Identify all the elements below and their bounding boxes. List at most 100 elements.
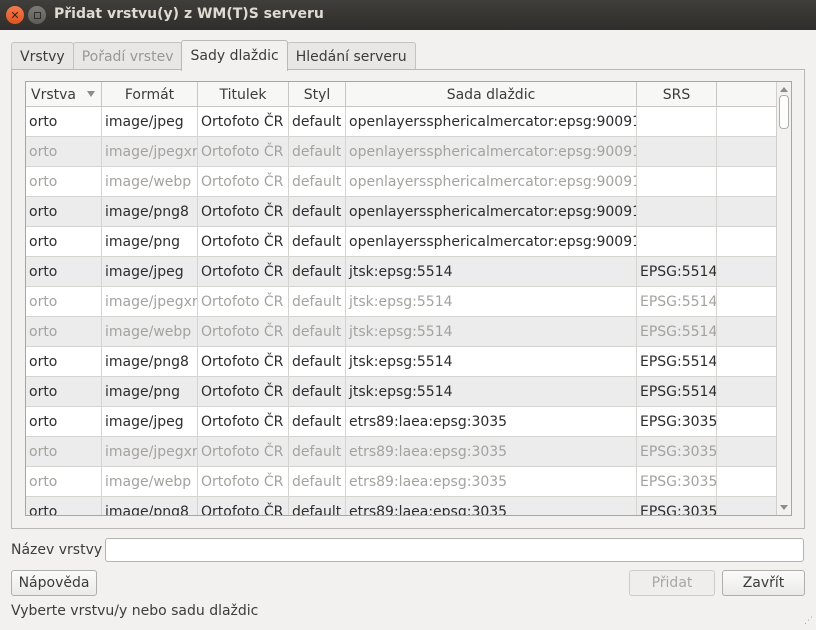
- tab-vrstvy[interactable]: Vrstvy: [11, 42, 74, 70]
- table-row[interactable]: orto image/webp Ortofoto ČR default jtsk:eps…: [26, 317, 778, 347]
- help-button[interactable]: Nápověda: [11, 570, 97, 596]
- resize-grip-icon[interactable]: ⋰: [804, 616, 813, 626]
- column-header-label: Vrstva: [31, 86, 76, 103]
- cell-empty: [717, 197, 778, 226]
- cell-vrstva: orto: [26, 137, 102, 166]
- cell-vrstva: orto: [26, 407, 102, 436]
- cell-format: image/jpeg: [102, 407, 198, 436]
- cell-vrstva: orto: [26, 167, 102, 196]
- layer-name-input[interactable]: [105, 538, 804, 562]
- cell-titulek: Ortofoto ČR: [198, 467, 289, 496]
- cell-styl: default: [289, 167, 346, 196]
- cell-format: image/png8: [102, 197, 198, 226]
- column-header-sada-dlazdic[interactable]: Sada dlaždic: [346, 82, 637, 107]
- cell-titulek: Ortofoto ČR: [198, 497, 289, 515]
- cell-empty: [717, 407, 778, 436]
- title-bar: ✕ Přidat vrstvu(y) z WM(T)S serveru: [0, 0, 816, 30]
- table-row[interactable]: orto image/jpegxr Ortofoto ČR default etrs89…: [26, 437, 778, 467]
- cell-srs: [637, 227, 717, 256]
- cell-sada-dlazdic: openlayerssphericalmercator:epsg:900913: [346, 197, 637, 226]
- cell-format: image/webp: [102, 167, 198, 196]
- cell-empty: [717, 167, 778, 196]
- close-button[interactable]: Zavřít: [722, 570, 805, 596]
- cell-empty: [717, 347, 778, 376]
- cell-srs: EPSG:5514: [637, 317, 717, 346]
- table-row[interactable]: orto image/png8 Ortofoto ČR default jtsk:eps…: [26, 347, 778, 377]
- cell-styl: default: [289, 497, 346, 515]
- column-header-srs[interactable]: SRS: [637, 82, 717, 107]
- scroll-down-icon[interactable]: [780, 505, 788, 510]
- scrollbar-thumb[interactable]: [779, 95, 789, 129]
- sort-desc-icon: [87, 91, 95, 97]
- tab-sady-dlazdic[interactable]: Sady dlaždic: [181, 40, 288, 71]
- table-row[interactable]: orto image/png8 Ortofoto ČR default etrs89:l…: [26, 497, 778, 515]
- table-row[interactable]: orto image/png Ortofoto ČR default openlayer…: [26, 227, 778, 257]
- cell-vrstva: orto: [26, 197, 102, 226]
- cell-titulek: Ortofoto ČR: [198, 407, 289, 436]
- cell-vrstva: orto: [26, 467, 102, 496]
- cell-vrstva: orto: [26, 257, 102, 286]
- cell-styl: default: [289, 137, 346, 166]
- cell-titulek: Ortofoto ČR: [198, 107, 289, 136]
- cell-titulek: Ortofoto ČR: [198, 377, 289, 406]
- cell-empty: [717, 377, 778, 406]
- add-button[interactable]: Přidat: [629, 570, 715, 596]
- table-row[interactable]: orto image/jpegxr Ortofoto ČR default jtsk:e…: [26, 287, 778, 317]
- cell-sada-dlazdic: openlayerssphericalmercator:epsg:900913: [346, 167, 637, 196]
- tab-hledani-serveru[interactable]: Hledání serveru: [286, 42, 416, 70]
- close-icon[interactable]: ✕: [6, 6, 24, 24]
- cell-sada-dlazdic: etrs89:laea:epsg:3035: [346, 467, 637, 496]
- cell-sada-dlazdic: openlayerssphericalmercator:epsg:900913: [346, 227, 637, 256]
- cell-vrstva: orto: [26, 317, 102, 346]
- cell-styl: default: [289, 317, 346, 346]
- vertical-scrollbar[interactable]: [776, 82, 791, 515]
- cell-sada-dlazdic: etrs89:laea:epsg:3035: [346, 437, 637, 466]
- table-row[interactable]: orto image/webp Ortofoto ČR default etrs89:l…: [26, 467, 778, 497]
- cell-vrstva: orto: [26, 347, 102, 376]
- cell-format: image/png8: [102, 347, 198, 376]
- window-title: Přidat vrstvu(y) z WM(T)S serveru: [54, 6, 324, 22]
- cell-srs: EPSG:3035: [637, 437, 717, 466]
- cell-vrstva: orto: [26, 437, 102, 466]
- column-header-vrstva[interactable]: Vrstva: [26, 82, 102, 107]
- cell-srs: EPSG:3035: [637, 407, 717, 436]
- cell-sada-dlazdic: jtsk:epsg:5514: [346, 347, 637, 376]
- cell-srs: [637, 107, 717, 136]
- scroll-up-icon[interactable]: [780, 87, 788, 92]
- cell-sada-dlazdic: jtsk:epsg:5514: [346, 317, 637, 346]
- table-row[interactable]: orto image/jpegxr Ortofoto ČR default openla…: [26, 137, 778, 167]
- cell-sada-dlazdic: etrs89:laea:epsg:3035: [346, 497, 637, 515]
- table-body: orto image/jpeg Ortofoto ČR default openlaye…: [26, 107, 778, 515]
- cell-srs: EPSG:3035: [637, 467, 717, 496]
- cell-srs: [637, 167, 717, 196]
- cell-format: image/jpeg: [102, 107, 198, 136]
- cell-sada-dlazdic: openlayerssphericalmercator:epsg:900913: [346, 107, 637, 136]
- cell-vrstva: orto: [26, 497, 102, 515]
- cell-titulek: Ortofoto ČR: [198, 227, 289, 256]
- cell-empty: [717, 467, 778, 496]
- cell-empty: [717, 437, 778, 466]
- column-header-titulek[interactable]: Titulek: [198, 82, 289, 107]
- cell-empty: [717, 287, 778, 316]
- maximize-icon[interactable]: [28, 6, 46, 24]
- table-row[interactable]: orto image/webp Ortofoto ČR default openlaye…: [26, 167, 778, 197]
- cell-vrstva: orto: [26, 227, 102, 256]
- table-row[interactable]: orto image/jpeg Ortofoto ČR default jtsk:eps…: [26, 257, 778, 287]
- cell-format: image/jpeg: [102, 257, 198, 286]
- layer-name-label: Název vrstvy: [11, 542, 103, 558]
- cell-format: image/jpegxr: [102, 137, 198, 166]
- table-row[interactable]: orto image/jpeg Ortofoto ČR default etrs89:l…: [26, 407, 778, 437]
- cell-format: image/png8: [102, 497, 198, 515]
- table-row[interactable]: orto image/jpeg Ortofoto ČR default openlaye…: [26, 107, 778, 137]
- table-row[interactable]: orto image/png8 Ortofoto ČR default openlaye…: [26, 197, 778, 227]
- tilesets-table[interactable]: Vrstva Formát Titulek Styl Sada dlaždic …: [25, 81, 792, 516]
- column-header-format[interactable]: Formát: [102, 82, 198, 107]
- table-header: Vrstva Formát Titulek Styl Sada dlaždic …: [26, 82, 791, 107]
- column-header-styl[interactable]: Styl: [289, 82, 346, 107]
- table-row[interactable]: orto image/png Ortofoto ČR default jtsk:epsg…: [26, 377, 778, 407]
- cell-format: image/jpegxr: [102, 287, 198, 316]
- cell-empty: [717, 137, 778, 166]
- cell-styl: default: [289, 347, 346, 376]
- cell-srs: EPSG:5514: [637, 287, 717, 316]
- cell-titulek: Ortofoto ČR: [198, 137, 289, 166]
